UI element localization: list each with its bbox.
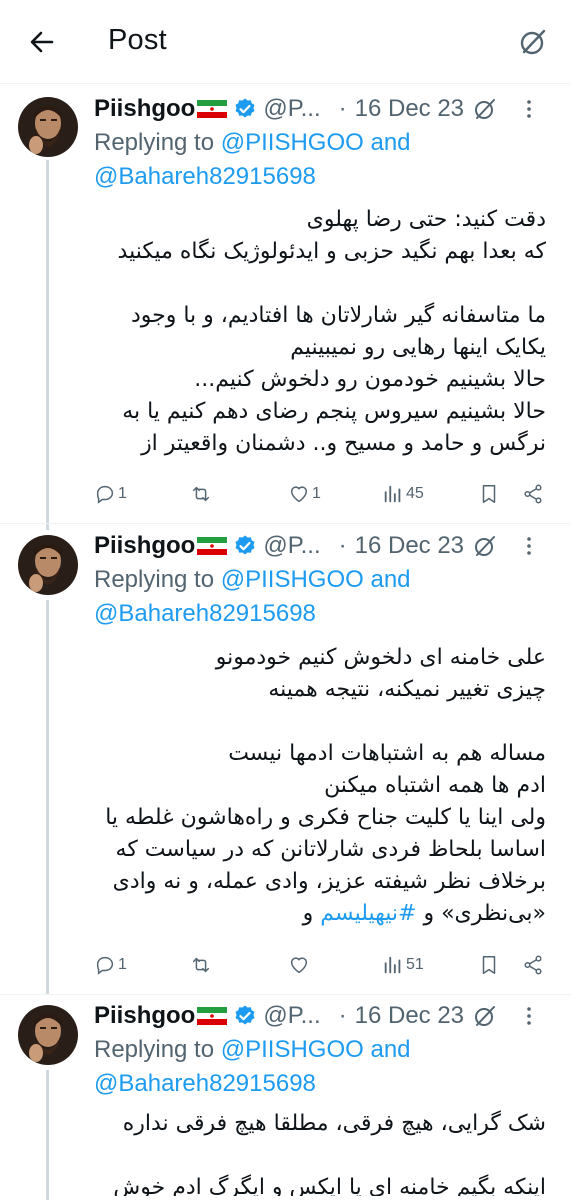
divider bbox=[0, 994, 571, 995]
repost-button[interactable] bbox=[190, 948, 214, 982]
bookmark-button[interactable] bbox=[478, 948, 500, 982]
divider bbox=[0, 523, 571, 524]
reply-icon bbox=[96, 956, 114, 975]
tweet-text: شک گرایی، هیچ فرقی، مطلقا هیچ فرقی نداره… bbox=[113, 1111, 546, 1196]
mention-link[interactable]: @Bahareh82915698 bbox=[94, 163, 316, 190]
verified-badge-icon bbox=[235, 98, 255, 118]
grok-icon[interactable] bbox=[517, 26, 549, 58]
thread-line bbox=[46, 1070, 49, 1200]
repost-button[interactable] bbox=[190, 477, 214, 511]
like-button[interactable] bbox=[288, 948, 312, 982]
mention-link[interactable]: @PIISHGOO bbox=[221, 566, 364, 593]
separator-dot: · bbox=[338, 532, 347, 559]
share-button[interactable] bbox=[522, 477, 544, 511]
bookmark-icon bbox=[482, 956, 496, 974]
verified-badge-icon bbox=[235, 535, 255, 555]
views-button[interactable]: 51 bbox=[382, 948, 424, 982]
display-name[interactable]: Piishgoo bbox=[94, 532, 195, 560]
bookmark-button[interactable] bbox=[478, 477, 500, 511]
mention-link[interactable]: @Bahareh82915698 bbox=[94, 1070, 316, 1097]
share-button[interactable] bbox=[522, 948, 544, 982]
replying-to: Replying to @PIISHGOO and @Bahareh829156… bbox=[94, 1036, 411, 1097]
share-icon bbox=[524, 955, 542, 975]
display-name[interactable]: Piishgoo bbox=[94, 1002, 195, 1030]
grok-icon[interactable] bbox=[472, 96, 498, 122]
mention-link[interactable]: @PIISHGOO bbox=[221, 1036, 364, 1063]
views-icon bbox=[384, 956, 401, 974]
heart-icon bbox=[290, 957, 308, 974]
mention-link[interactable]: @Bahareh82915698 bbox=[94, 600, 316, 627]
more-options-icon[interactable] bbox=[516, 1003, 542, 1029]
more-options-icon[interactable] bbox=[516, 533, 542, 559]
back-arrow-icon[interactable] bbox=[26, 26, 58, 58]
verified-badge-icon bbox=[235, 1005, 255, 1025]
like-button[interactable]: 1 bbox=[288, 477, 321, 511]
avatar[interactable] bbox=[18, 1005, 78, 1065]
display-name[interactable]: Piishgoo bbox=[94, 95, 195, 123]
reply-button[interactable]: 1 bbox=[94, 948, 127, 982]
avatar[interactable] bbox=[18, 535, 78, 595]
repost-icon bbox=[192, 957, 210, 973]
share-icon bbox=[524, 484, 542, 504]
views-icon bbox=[384, 485, 401, 503]
tweet-actions: 1 1 45 bbox=[94, 477, 554, 511]
grok-icon[interactable] bbox=[472, 533, 498, 559]
timestamp[interactable]: 16 Dec 23 bbox=[355, 532, 464, 560]
iran-flag-icon bbox=[197, 537, 228, 555]
bookmark-icon bbox=[482, 485, 496, 503]
separator-dot: · bbox=[338, 95, 347, 122]
thread-line bbox=[46, 160, 49, 530]
replying-to: Replying to @PIISHGOO and @Bahareh829156… bbox=[94, 129, 411, 190]
handle[interactable]: @P... bbox=[263, 95, 320, 123]
replying-to: Replying to @PIISHGOO and @Bahareh829156… bbox=[94, 566, 411, 627]
iran-flag-icon bbox=[197, 1007, 228, 1025]
page-title: Post bbox=[108, 24, 167, 56]
tweet-actions: 1 51 bbox=[94, 948, 554, 982]
avatar[interactable] bbox=[18, 97, 78, 157]
top-bar: Post bbox=[0, 0, 571, 84]
reply-icon bbox=[96, 485, 114, 504]
heart-icon bbox=[290, 486, 308, 503]
views-button[interactable]: 45 bbox=[382, 477, 424, 511]
handle[interactable]: @P... bbox=[263, 1002, 320, 1030]
more-options-icon[interactable] bbox=[516, 96, 542, 122]
hashtag-link[interactable]: #نیهیلیسم bbox=[320, 901, 416, 926]
timestamp[interactable]: 16 Dec 23 bbox=[355, 95, 464, 123]
tweet-text: دقت کنید: حتی رضا پهلوی که بعدا بهم نگید… bbox=[117, 207, 546, 456]
tweet-text: علی خامنه ای دلخوش کنیم خودمونو چیزی تغی… bbox=[105, 645, 546, 926]
mention-link[interactable]: @PIISHGOO bbox=[221, 129, 364, 156]
reply-button[interactable]: 1 bbox=[94, 477, 127, 511]
handle[interactable]: @P... bbox=[263, 532, 320, 560]
iran-flag-icon bbox=[197, 100, 228, 118]
separator-dot: · bbox=[338, 1002, 347, 1029]
grok-icon[interactable] bbox=[472, 1003, 498, 1029]
repost-icon bbox=[192, 486, 210, 502]
timestamp[interactable]: 16 Dec 23 bbox=[355, 1002, 464, 1030]
thread-line bbox=[46, 600, 49, 995]
